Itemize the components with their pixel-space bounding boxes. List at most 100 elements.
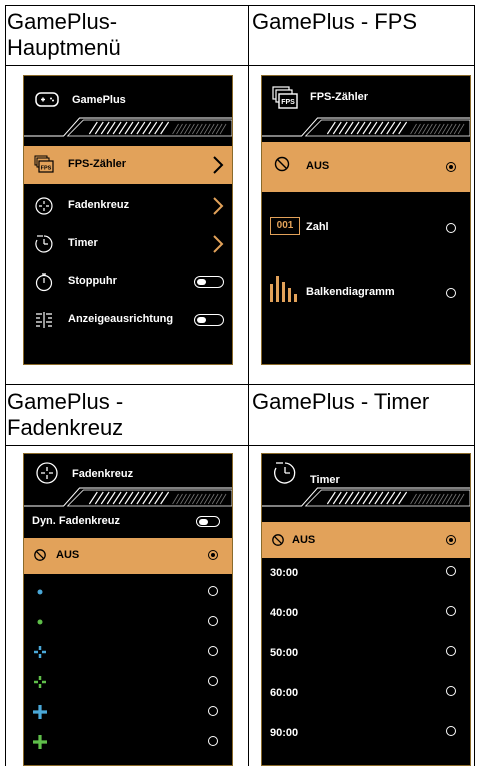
menu-item-display-alignment[interactable]: Anzeigeausrichtung (24, 301, 232, 339)
table-border-row1 (5, 65, 475, 66)
bar-chart-icon (270, 276, 297, 302)
gameplus-main-panel: GamePlus FPS FPS-Zähler Fadenkreuz Timer… (23, 75, 233, 365)
timer-panel: Timer AUS 30:00 40:00 50:00 60:00 90:00 (261, 453, 471, 766)
fps-icon: FPS (272, 86, 298, 109)
crosshair-option-green-small-cross[interactable] (24, 668, 232, 696)
crosshair-off-radio[interactable] (208, 550, 218, 560)
timer-option-90[interactable]: 90:00 (262, 718, 470, 750)
timer-60-radio[interactable] (446, 686, 456, 696)
gameplus-table: GamePlus- Hauptmenü GamePlus - FPS GameP… (5, 5, 475, 766)
caption-crosshair: GamePlus - Fadenkreuz (7, 389, 124, 440)
number-icon: 001 (270, 217, 300, 235)
crosshair-option-green-big-cross[interactable] (24, 728, 232, 756)
crosshair-icon (36, 462, 58, 484)
table-border-middle (248, 5, 249, 766)
display-alignment-icon (36, 312, 52, 328)
table-border-left (5, 5, 6, 766)
fps-option-number[interactable]: 001 Zahl (262, 204, 470, 254)
timer-option-50[interactable]: 50:00 (262, 638, 470, 670)
table-border-row3 (5, 445, 475, 446)
timer-option-label: 50:00 (270, 647, 299, 659)
chevron-right-icon (213, 235, 224, 253)
header-decoration (24, 117, 232, 137)
green-dot-crosshair-icon (37, 619, 43, 625)
timer-90-radio[interactable] (446, 726, 456, 736)
fps-bar-chart-radio[interactable] (446, 288, 456, 298)
caption-main-menu: GamePlus- Hauptmenü (7, 9, 121, 60)
dynamic-crosshair-toggle[interactable] (196, 516, 220, 527)
table-border-top (5, 5, 475, 6)
crosshair-option-label: AUS (56, 549, 80, 561)
crosshair-green-big-cross-radio[interactable] (208, 736, 218, 746)
timer-option-60[interactable]: 60:00 (262, 678, 470, 710)
off-icon (34, 549, 46, 561)
fps-counter-panel: FPS FPS-Zähler AUS 001 Zahl Balkendiagra… (261, 75, 471, 365)
timer-option-40[interactable]: 40:00 (262, 598, 470, 630)
fps-option-label: Balkendiagramm (306, 286, 395, 298)
timer-50-radio[interactable] (446, 646, 456, 656)
timer-option-label: 60:00 (270, 687, 299, 699)
panel-title: Fadenkreuz (72, 468, 134, 480)
fps-icon: FPS (34, 155, 54, 173)
menu-item-label: Stoppuhr (68, 275, 117, 287)
timer-option-label: 30:00 (270, 567, 299, 579)
crosshair-green-dot-radio[interactable] (208, 616, 218, 626)
fps-option-label: Zahl (306, 221, 329, 233)
caption-fps: GamePlus - FPS (252, 9, 418, 34)
off-icon (274, 156, 290, 172)
timer-option-label: 90:00 (270, 727, 299, 739)
crosshair-option-off[interactable]: AUS (24, 538, 232, 574)
timer-off-radio[interactable] (446, 535, 456, 545)
stopwatch-icon (35, 273, 53, 292)
crosshair-option-blue-dot[interactable] (24, 578, 232, 606)
table-border-right (474, 5, 475, 766)
crosshair-green-small-cross-radio[interactable] (208, 676, 218, 686)
timer-option-30[interactable]: 30:00 (262, 558, 470, 590)
menu-item-stopwatch[interactable]: Stoppuhr (24, 263, 232, 301)
timer-30-radio[interactable] (446, 566, 456, 576)
gamepad-icon (35, 92, 59, 107)
display-alignment-toggle[interactable] (194, 314, 224, 326)
fps-option-off[interactable]: AUS (262, 142, 470, 192)
panel-header: FPS FPS-Zähler (262, 76, 470, 140)
header-decoration (262, 117, 470, 137)
crosshair-blue-big-cross-radio[interactable] (208, 706, 218, 716)
blue-small-cross-icon (34, 646, 46, 658)
fps-option-bar-chart[interactable]: Balkendiagramm (262, 264, 470, 316)
green-small-cross-icon (34, 676, 46, 688)
crosshair-option-green-dot[interactable] (24, 608, 232, 636)
caption-timer: GamePlus - Timer (252, 389, 430, 414)
menu-item-fps-counter[interactable]: FPS FPS-Zähler (24, 146, 232, 184)
chevron-right-icon (213, 156, 224, 174)
crosshair-panel: Fadenkreuz Dyn. Fadenkreuz AUS (23, 453, 233, 766)
svg-text:FPS: FPS (281, 99, 295, 106)
crosshair-icon (35, 197, 53, 215)
off-icon (272, 534, 284, 546)
panel-header: GamePlus (24, 76, 232, 140)
panel-title: GamePlus (72, 94, 126, 106)
green-big-cross-icon (33, 735, 47, 749)
fps-number-radio[interactable] (446, 223, 456, 233)
header-decoration (24, 487, 232, 507)
menu-item-label: Anzeigeausrichtung (68, 313, 174, 325)
timer-option-label: AUS (292, 534, 316, 546)
timer-option-label: 40:00 (270, 607, 299, 619)
dynamic-crosshair-row[interactable]: Dyn. Fadenkreuz (24, 508, 232, 536)
fps-option-label: AUS (306, 160, 330, 172)
crosshair-option-blue-big-cross[interactable] (24, 698, 232, 726)
crosshair-option-blue-small-cross[interactable] (24, 638, 232, 666)
dynamic-crosshair-label: Dyn. Fadenkreuz (32, 515, 121, 527)
blue-dot-crosshair-icon (37, 589, 43, 595)
timer-option-off[interactable]: AUS (262, 522, 470, 558)
timer-40-radio[interactable] (446, 606, 456, 616)
menu-item-crosshair[interactable]: Fadenkreuz (24, 187, 232, 225)
crosshair-blue-small-cross-radio[interactable] (208, 646, 218, 656)
menu-item-timer[interactable]: Timer (24, 225, 232, 263)
timer-icon (274, 462, 296, 484)
fps-off-radio[interactable] (446, 162, 456, 172)
blue-big-cross-icon (33, 705, 47, 719)
timer-icon (35, 235, 53, 253)
header-decoration (262, 487, 470, 507)
crosshair-blue-dot-radio[interactable] (208, 586, 218, 596)
stopwatch-toggle[interactable] (194, 276, 224, 288)
